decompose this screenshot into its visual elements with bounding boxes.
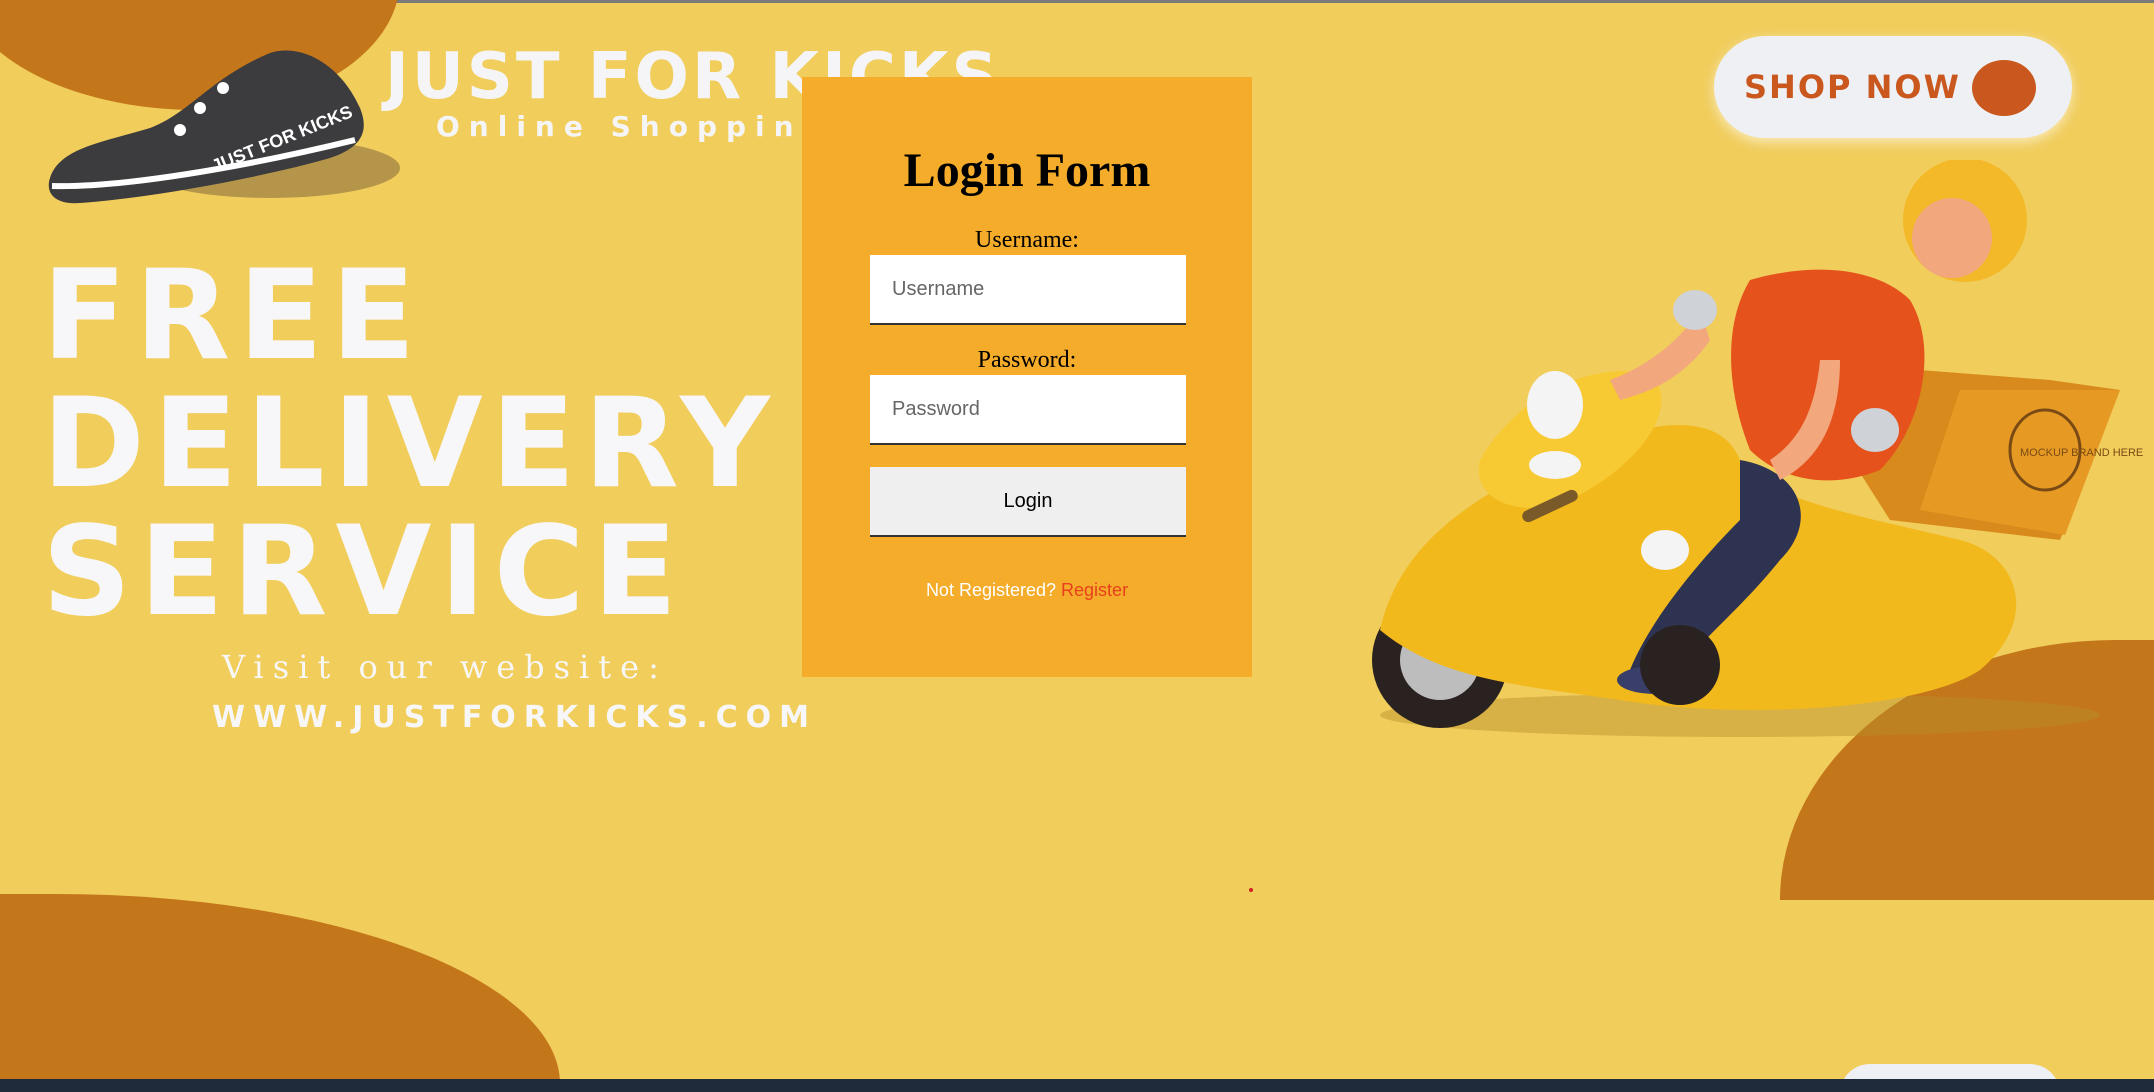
login-title: Login Form bbox=[903, 144, 1151, 197]
website-url: WWW.JUSTFORKICKS.COM bbox=[212, 700, 817, 735]
brand-subtitle: Online Shopping bbox=[436, 110, 832, 143]
shop-now-label: SHOP NOW bbox=[1744, 68, 1961, 106]
not-registered-text: Not Registered? bbox=[925, 580, 1057, 600]
hero-line-service: SERVICE bbox=[42, 500, 686, 644]
username-label: Username: bbox=[975, 227, 1079, 253]
password-label: Password: bbox=[977, 347, 1077, 373]
shop-now-button[interactable]: SHOP NOW bbox=[1714, 36, 2072, 138]
shoe-logo-icon: JUST FOR KICKS bbox=[48, 50, 400, 204]
visit-text: Visit our website: bbox=[222, 648, 668, 686]
username-input[interactable] bbox=[870, 255, 1186, 325]
red-dot bbox=[1249, 888, 1253, 892]
hero-line-delivery: DELIVERY bbox=[42, 372, 778, 516]
decorative-blob-bottom bbox=[0, 894, 560, 1084]
password-input[interactable] bbox=[870, 375, 1186, 445]
hero-line-free: FREE bbox=[42, 244, 424, 388]
hero-headline: FREE DELIVERY SERVICE bbox=[42, 252, 778, 636]
register-link[interactable]: Register bbox=[1061, 580, 1128, 600]
svg-text:MOCKUP BRAND HERE: MOCKUP BRAND HERE bbox=[2020, 447, 2143, 459]
os-taskbar bbox=[0, 1079, 2154, 1092]
shop-now-dot-icon bbox=[1972, 60, 2036, 116]
delivery-scooter-illustration: MOCKUP BRAND HERE bbox=[1372, 160, 2143, 737]
register-prompt: Not Registered? Register bbox=[802, 580, 1252, 601]
login-button[interactable]: Login bbox=[870, 467, 1186, 537]
page: JUST FOR KICKS JUST FOR KICKS Online Sho… bbox=[0, 0, 2154, 1092]
login-form-card: Login Form Username: Password: Login Not… bbox=[802, 77, 1252, 677]
